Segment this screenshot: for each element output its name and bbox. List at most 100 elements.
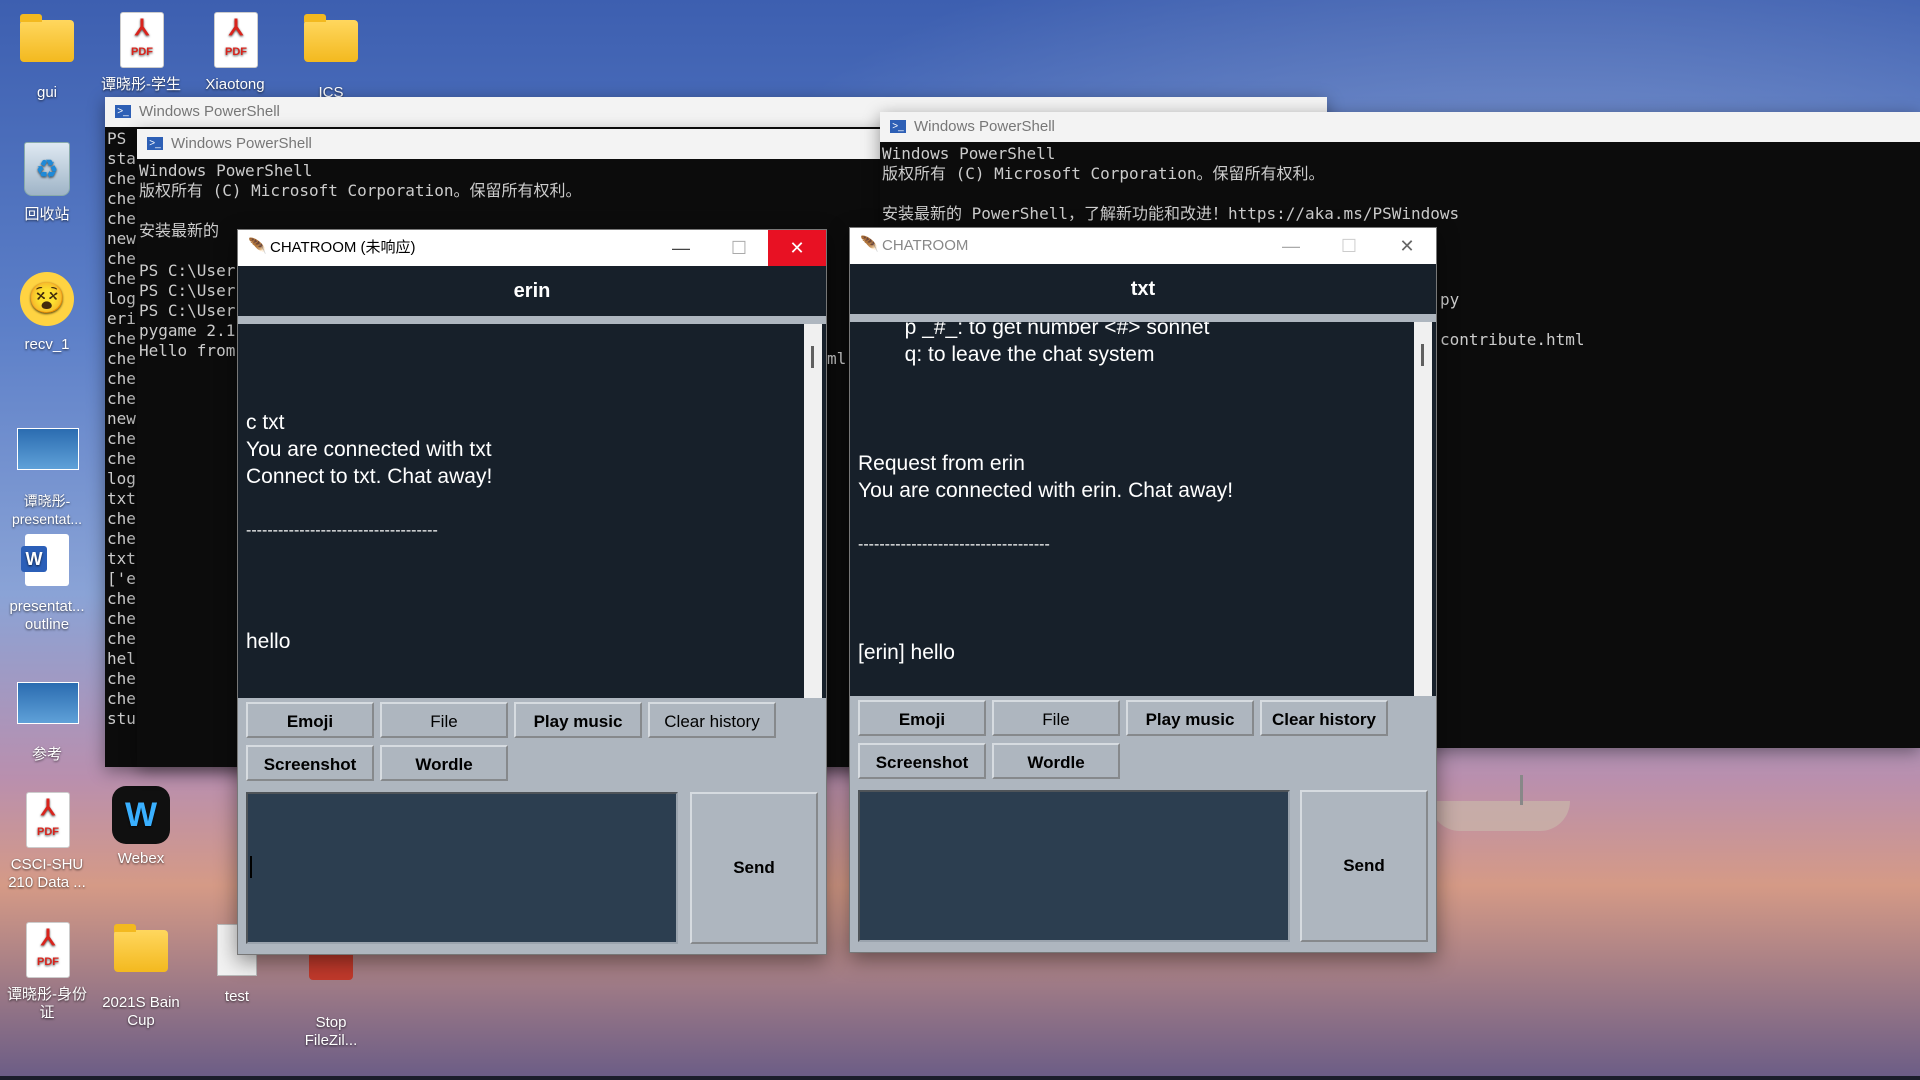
desktop-icon-bain-cup[interactable]: 2021S Bain Cup (98, 920, 184, 1030)
window-title: CHATROOM (882, 237, 969, 254)
pdf-icon: ⅄ PDF (205, 12, 265, 72)
desktop-icon-id-card[interactable]: ⅄ PDF 谭晓彤-身份证 (4, 920, 90, 1022)
pdf-icon: ⅄ PDF (17, 792, 77, 852)
close-button[interactable]: ✕ (1378, 228, 1436, 264)
recycle-bin-icon: ♻ (17, 142, 77, 202)
taskbar-edge (0, 1076, 1920, 1080)
maximize-button[interactable]: ☐ (710, 230, 768, 266)
desktop-icon-gui[interactable]: gui (4, 10, 90, 102)
webex-icon: W (111, 786, 171, 846)
screenshot-button[interactable]: Screenshot (246, 745, 374, 781)
send-button[interactable]: Send (690, 792, 818, 944)
chat-username-header: erin (238, 266, 826, 316)
desktop-icon-pdf-student[interactable]: ⅄ PDF 谭晓彤-学生 (98, 10, 184, 94)
ship-wallpaper-detail (1430, 775, 1570, 835)
powershell-title: Windows PowerShell (139, 103, 280, 120)
scroll-thumb[interactable] (811, 346, 814, 368)
presentation-thumbnail-icon (17, 428, 79, 488)
play-music-button[interactable]: Play music (1126, 700, 1254, 736)
chat-line: ------------------------------------ (246, 522, 438, 539)
file-button[interactable]: File (992, 700, 1120, 736)
desktop-icon-label: gui (36, 84, 58, 101)
clear-history-button[interactable]: Clear history (1260, 700, 1388, 736)
emoji-button[interactable]: Emoji (858, 700, 986, 736)
desktop-icon-reference[interactable]: 参考 (4, 672, 90, 764)
powershell-icon: >_ (147, 137, 163, 150)
wordle-button[interactable]: Wordle (992, 743, 1120, 779)
chat-line: hello (246, 630, 291, 653)
chat-line: You are connected with erin. Chat away! (858, 479, 1234, 502)
desktop-icon-webex[interactable]: W Webex (98, 786, 184, 868)
desktop-icon-label: 回收站 (24, 206, 70, 223)
feather-icon: 🪶 (248, 238, 267, 255)
close-button[interactable]: ✕ (768, 230, 826, 266)
desktop-icon-outline[interactable]: W presentat... outline (4, 530, 90, 634)
play-music-button[interactable]: Play music (514, 702, 642, 738)
desktop-icon-label: recv_1 (24, 336, 70, 353)
powershell-icon: >_ (115, 105, 131, 118)
emoji-image-icon: 😵 (17, 272, 77, 332)
screenshot-button[interactable]: Screenshot (858, 743, 986, 779)
desktop-icon-label: Stop FileZil... (304, 1014, 358, 1049)
chatroom-titlebar[interactable]: 🪶 CHATROOM — ☐ ✕ (850, 228, 1436, 264)
maximize-button[interactable]: ☐ (1320, 228, 1378, 264)
pdf-icon: ⅄ PDF (111, 12, 171, 72)
chat-line: ------------------------------------ (858, 536, 1050, 553)
chat-line: p _#_: to get number <#> sonnet (858, 322, 1210, 339)
desktop-icon-recycle-bin[interactable]: ♻ 回收站 (4, 138, 90, 224)
minimize-button[interactable]: — (652, 230, 710, 266)
folder-icon (301, 14, 361, 80)
emoji-button[interactable]: Emoji (246, 702, 374, 738)
folder-icon (111, 924, 171, 990)
folder-icon (17, 14, 77, 80)
powershell-titlebar[interactable]: >_ Windows PowerShell (137, 129, 887, 159)
send-button[interactable]: Send (1300, 790, 1428, 942)
desktop-icon-presentation[interactable]: 谭晓彤-presentat... (4, 418, 90, 528)
chatroom-titlebar[interactable]: 🪶 CHATROOM (未响应) — ☐ ✕ (238, 230, 826, 266)
shortcut-icon (301, 950, 361, 1010)
desktop-icon-label: 2021S Bain Cup (102, 994, 180, 1029)
desktop-icon-label: Xiaotong (205, 76, 265, 93)
minimize-button[interactable]: — (1262, 228, 1320, 264)
divider (850, 314, 1436, 322)
wordle-button[interactable]: Wordle (380, 745, 508, 781)
powershell-title: Windows PowerShell (914, 118, 1055, 135)
desktop-icon-label: 参考 (31, 746, 62, 763)
desktop-icon-label: 谭晓彤-presentat... (11, 493, 83, 527)
desktop-icon-csci[interactable]: ⅄ PDF CSCI-SHU 210 Data ... (4, 790, 90, 892)
chat-history[interactable]: p _#_: to get number <#> sonnet q: to le… (850, 322, 1436, 696)
desktop-icon-label: presentat... outline (9, 598, 85, 633)
text-caret (250, 856, 252, 878)
pdf-icon: ⅄ PDF (17, 922, 77, 982)
powershell-output-fragment: ml (827, 349, 847, 368)
divider (238, 316, 826, 324)
powershell-title: Windows PowerShell (171, 135, 312, 152)
powershell-titlebar[interactable]: >_ Windows PowerShell (880, 112, 1920, 142)
desktop-icon-pdf-xiaotong[interactable]: ⅄ PDF Xiaotong (192, 10, 278, 94)
chat-scrollbar[interactable] (804, 324, 822, 698)
file-button[interactable]: File (380, 702, 508, 738)
desktop-icon-label: 谭晓彤-身份证 (7, 986, 87, 1021)
desktop-icon-label: Webex (117, 850, 165, 867)
message-input[interactable] (858, 790, 1290, 942)
word-document-icon: W (17, 534, 77, 594)
chat-line: Connect to txt. Chat away! (246, 465, 493, 488)
chat-line: You are connected with txt (246, 438, 492, 461)
chat-history[interactable]: c txt You are connected with txt Connect… (238, 324, 826, 698)
scroll-thumb[interactable] (1421, 344, 1424, 366)
desktop-icon-ics[interactable]: ICS (288, 10, 374, 102)
powershell-icon: >_ (890, 120, 906, 133)
message-input[interactable] (246, 792, 678, 944)
chat-line: [erin] hello (858, 641, 955, 664)
chat-username-header: txt (850, 264, 1436, 314)
chatroom-window-txt[interactable]: 🪶 CHATROOM — ☐ ✕ txt p _#_: to get numbe… (849, 227, 1437, 953)
chat-line: q: to leave the chat system (858, 343, 1155, 366)
clear-history-button[interactable]: Clear history (648, 702, 776, 738)
feather-icon: 🪶 (860, 236, 879, 253)
image-thumbnail-icon (17, 682, 79, 742)
chatroom-window-erin[interactable]: 🪶 CHATROOM (未响应) — ☐ ✕ erin c txt You ar… (237, 229, 827, 955)
chat-scrollbar[interactable] (1414, 322, 1432, 696)
chat-line: Request from erin (858, 452, 1025, 475)
desktop-icon-label: CSCI-SHU 210 Data ... (8, 856, 86, 891)
desktop-icon-recv[interactable]: 😵 recv_1 (4, 268, 90, 354)
